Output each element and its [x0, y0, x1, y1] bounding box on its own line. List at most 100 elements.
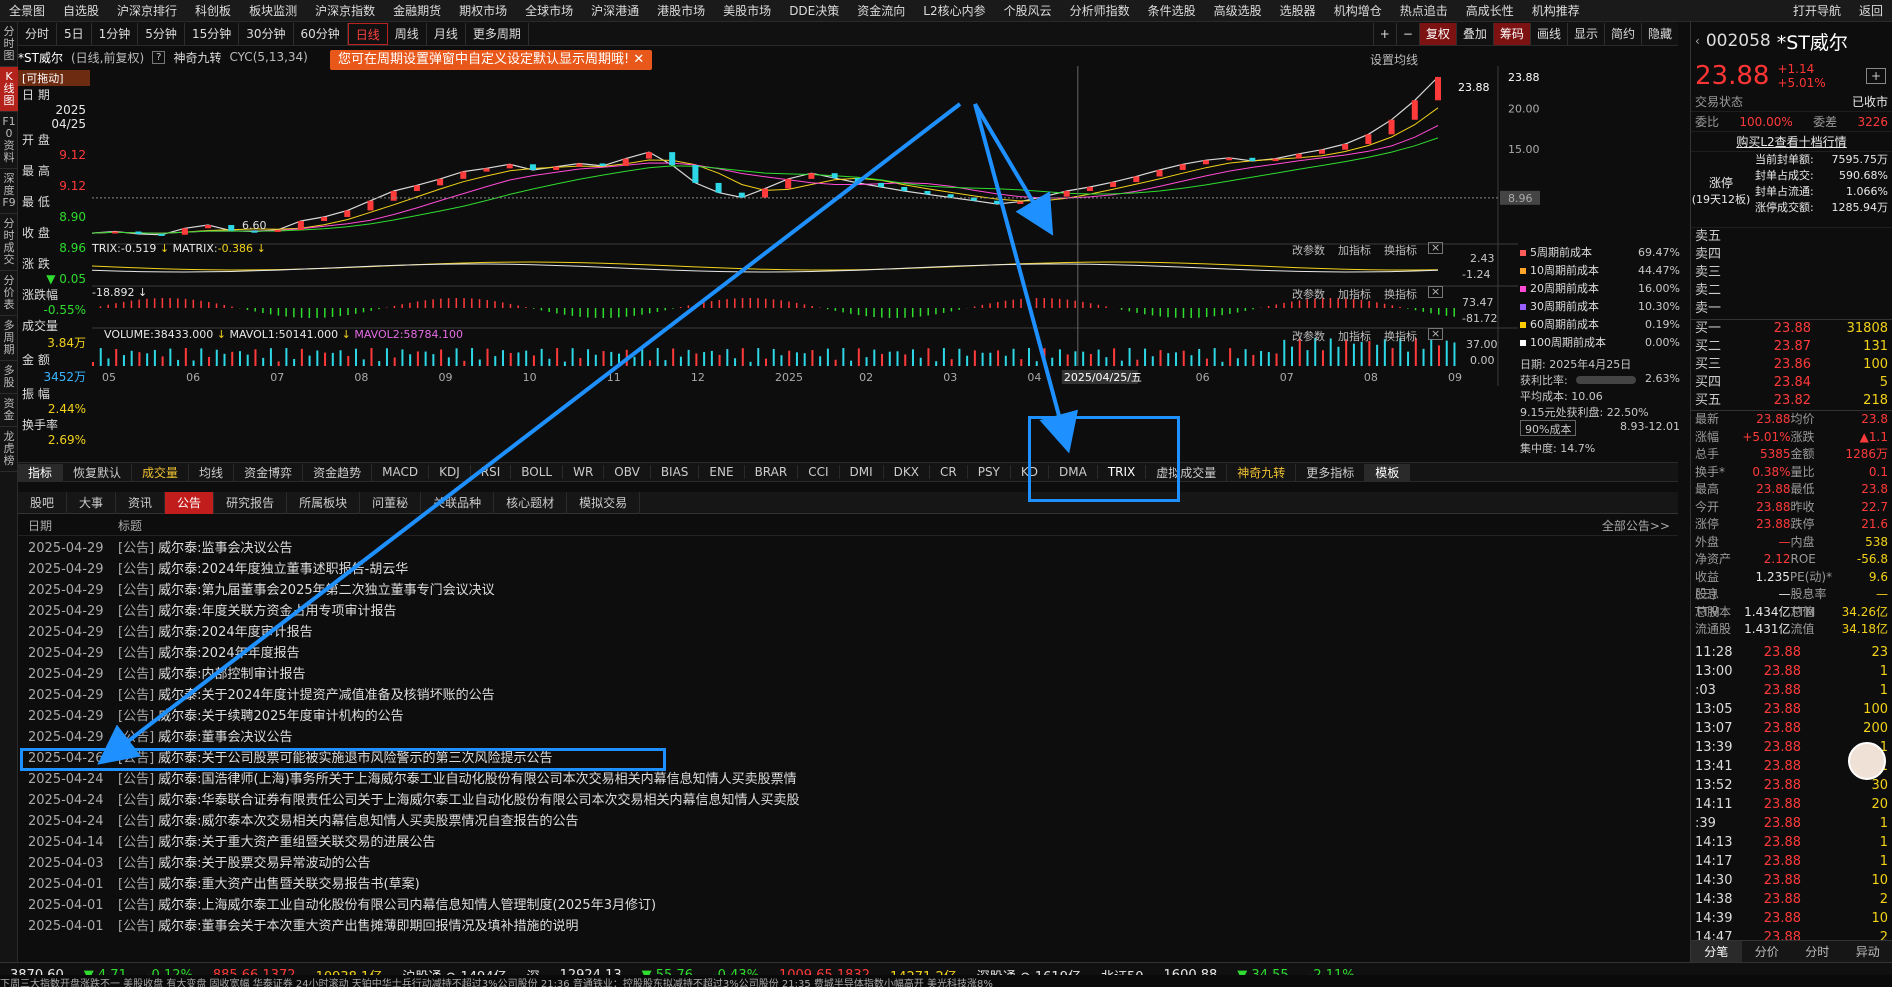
bids-row-0[interactable]: 买一 23.88 31808 — [1691, 320, 1892, 338]
menu-item-12[interactable]: DDE决策 — [780, 2, 848, 19]
period-0[interactable]: 分时 — [18, 22, 58, 45]
news-row[interactable]: 2025-04-24 [公告] 威尔泰:威尔泰本次交易相关内幕信息知情人买卖股票情况… — [18, 811, 1658, 832]
menu-item-24[interactable]: 打开导航 — [1784, 2, 1850, 19]
left-tab-9[interactable]: 龙虎榜 — [0, 427, 18, 472]
period-tool-7[interactable]: 简约 — [1603, 23, 1641, 45]
indicator-tab-6[interactable]: MACD — [372, 465, 430, 479]
news-row[interactable]: 2025-04-29 [公告] 威尔泰:2024年度独立董事述职报告-胡云华 — [18, 559, 1658, 580]
news-tab-4[interactable]: 研究报告 — [214, 491, 288, 514]
quote-tab-2[interactable]: 分时 — [1792, 941, 1843, 962]
news-title[interactable]: 威尔泰:内部控制审计报告 — [158, 664, 305, 685]
news-title[interactable]: 威尔泰:关于股票交易异常波动的公告 — [158, 853, 370, 874]
news-tab-2[interactable]: 资讯 — [116, 491, 166, 514]
indicator-tab-2[interactable]: 成交量 — [132, 463, 190, 481]
news-row[interactable]: 2025-04-24 [公告] 威尔泰:华泰联合证券有限责任公司关于上海威尔泰工业自… — [18, 790, 1658, 811]
menu-item-20[interactable]: 机构增仓 — [1325, 2, 1391, 19]
news-title[interactable]: 威尔泰:上海威尔泰工业自动化股份有限公司内幕信息知情人管理制度(2025年3月修… — [158, 895, 656, 916]
period-10[interactable]: 更多周期 — [466, 22, 529, 45]
menu-item-0[interactable]: 全景图 — [0, 2, 54, 19]
indicator-tab-11[interactable]: OBV — [604, 465, 651, 479]
panel-1-btn-1[interactable]: 加指标 — [1338, 286, 1371, 302]
bids-row-3[interactable]: 买四 23.84 5 — [1691, 374, 1892, 392]
indicator-tab-7[interactable]: KDJ — [429, 465, 471, 479]
news-title[interactable]: 威尔泰:董事会决议公告 — [158, 727, 292, 748]
panel-1-btn-0[interactable]: 改参数 — [1292, 286, 1325, 302]
menu-item-2[interactable]: 沪深京排行 — [108, 2, 186, 19]
menu-item-13[interactable]: 资金流向 — [848, 2, 914, 19]
panel-0-btn-1[interactable]: 加指标 — [1338, 242, 1371, 258]
news-title[interactable]: 威尔泰:监事会决议公告 — [158, 538, 292, 559]
panel-2-close-icon[interactable]: × — [1428, 328, 1444, 340]
news-row[interactable]: 2025-04-29 [公告] 威尔泰:董事会决议公告 — [18, 727, 1658, 748]
indicator-tab-10[interactable]: WR — [563, 465, 605, 479]
news-title[interactable]: 威尔泰:关于续聘2025年度审计机构的公告 — [158, 706, 403, 727]
indicator-tab-8[interactable]: RSI — [471, 465, 512, 479]
left-tab-0[interactable]: 分时图 — [0, 22, 18, 67]
left-tab-3[interactable]: 深度F9 — [0, 169, 18, 214]
indicator-tab-25[interactable]: 更多指标 — [1296, 463, 1366, 481]
news-row[interactable]: 2025-04-29 [公告] 威尔泰:内部控制审计报告 — [18, 664, 1658, 685]
period-tool-1[interactable]: − — [1395, 23, 1419, 45]
news-row[interactable]: 2025-04-03 [公告] 威尔泰:关于股票交易异常波动的公告 — [18, 853, 1658, 874]
news-title[interactable]: 威尔泰:2024年年度报告 — [158, 643, 299, 664]
left-tab-5[interactable]: 分价表 — [0, 271, 18, 316]
add-icon[interactable]: + — [1865, 68, 1886, 84]
period-tool-3[interactable]: 叠加 — [1455, 23, 1493, 45]
menu-item-25[interactable]: 返回 — [1850, 2, 1892, 19]
news-row[interactable]: 2025-04-29 [公告] 威尔泰:关于2024年度计提资产减值准备及核销坏账的… — [18, 685, 1658, 706]
indicator-tab-17[interactable]: DKX — [884, 465, 930, 479]
period-3[interactable]: 5分钟 — [138, 22, 185, 45]
kline-chart[interactable]: 23.88 20.00 15.00 8.96 6.60 05 06 07 08 09 10 11 12 2… — [18, 66, 1678, 460]
help-icon[interactable]: ? — [152, 50, 166, 64]
indicator-tab-26[interactable]: 模板 — [1365, 463, 1411, 481]
period-tool-0[interactable]: + — [1372, 23, 1396, 45]
indicator-tab-0[interactable]: 指标 — [18, 463, 64, 481]
news-row[interactable]: 2025-04-29 [公告] 威尔泰:2024年年度报告 — [18, 643, 1658, 664]
indicator-tab-4[interactable]: 资金博弈 — [234, 463, 304, 481]
indicator-tab-5[interactable]: 资金趋势 — [303, 463, 373, 481]
quote-tab-0[interactable]: 分笔 — [1691, 941, 1742, 962]
period-tool-5[interactable]: 画线 — [1529, 23, 1567, 45]
menu-item-16[interactable]: 分析师指数 — [1061, 2, 1139, 19]
menu-item-15[interactable]: 个股风云 — [995, 2, 1061, 19]
bids-row-1[interactable]: 买二 23.87 131 — [1691, 338, 1892, 356]
news-tab-9[interactable]: 模拟交易 — [567, 491, 641, 514]
indicator-tab-12[interactable]: BIAS — [651, 465, 700, 479]
bids-row-4[interactable]: 买五 23.82 218 — [1691, 392, 1892, 410]
all-announcements-link[interactable]: 全部公告>> — [1602, 517, 1678, 534]
menu-item-3[interactable]: 科创板 — [186, 2, 240, 19]
menu-item-9[interactable]: 沪深港通 — [582, 2, 648, 19]
menu-item-22[interactable]: 高成长性 — [1457, 2, 1523, 19]
news-title[interactable]: 威尔泰:国浩律师(上海)事务所关于上海威尔泰工业自动化股份有限公司本次交易相关内… — [158, 769, 797, 790]
period-1[interactable]: 5日 — [57, 22, 92, 45]
period-6[interactable]: 60分钟 — [294, 22, 348, 45]
news-row[interactable]: 2025-04-01 [公告] 威尔泰:董事会关于本次重大资产出售摊薄即期回报情况及… — [18, 916, 1658, 937]
menu-item-8[interactable]: 全球市场 — [516, 2, 582, 19]
asks-row-4[interactable]: 卖一 — [1691, 300, 1892, 318]
news-row[interactable]: 2025-04-29 [公告] 威尔泰:2024年度审计报告 — [18, 622, 1658, 643]
news-row[interactable]: 2025-04-29 [公告] 威尔泰:第九届董事会2025年第二次独立董事专门会议… — [18, 580, 1658, 601]
left-tab-4[interactable]: 分时成交 — [0, 214, 18, 271]
news-title[interactable]: 威尔泰:关于重大资产重组暨关联交易的进展公告 — [158, 832, 435, 853]
menu-item-10[interactable]: 港股市场 — [648, 2, 714, 19]
menu-item-17[interactable]: 条件选股 — [1139, 2, 1205, 19]
period-tool-6[interactable]: 显示 — [1566, 23, 1604, 45]
back-arrow-icon[interactable]: ‹ — [1695, 34, 1700, 48]
news-title[interactable]: 威尔泰:第九届董事会2025年第二次独立董事专门会议决议 — [158, 580, 494, 601]
indicator-tab-14[interactable]: BRAR — [745, 465, 799, 479]
indicator-tab-13[interactable]: ENE — [699, 465, 745, 479]
indicator-tab-1[interactable]: 恢复默认 — [63, 463, 133, 481]
news-title[interactable]: 威尔泰:年度关联方资金占用专项审计报告 — [158, 601, 396, 622]
news-title[interactable]: 威尔泰:关于2024年度计提资产减值准备及核销坏账的公告 — [158, 685, 494, 706]
menu-item-1[interactable]: 自选股 — [54, 2, 108, 19]
menu-item-21[interactable]: 热点追击 — [1391, 2, 1457, 19]
news-tab-1[interactable]: 大事 — [67, 491, 117, 514]
indicator-tab-19[interactable]: PSY — [968, 465, 1011, 479]
left-tab-7[interactable]: 多股 — [0, 361, 18, 394]
news-row[interactable]: 2025-04-01 [公告] 威尔泰:重大资产出售暨关联交易报告书(草案) — [18, 874, 1658, 895]
menu-item-6[interactable]: 金融期货 — [384, 2, 450, 19]
news-title[interactable]: 威尔泰:2024年度审计报告 — [158, 622, 312, 643]
left-tab-6[interactable]: 多周期 — [0, 316, 18, 361]
cost-select[interactable]: 90%成本 — [1520, 420, 1577, 436]
menu-item-11[interactable]: 美股市场 — [714, 2, 780, 19]
